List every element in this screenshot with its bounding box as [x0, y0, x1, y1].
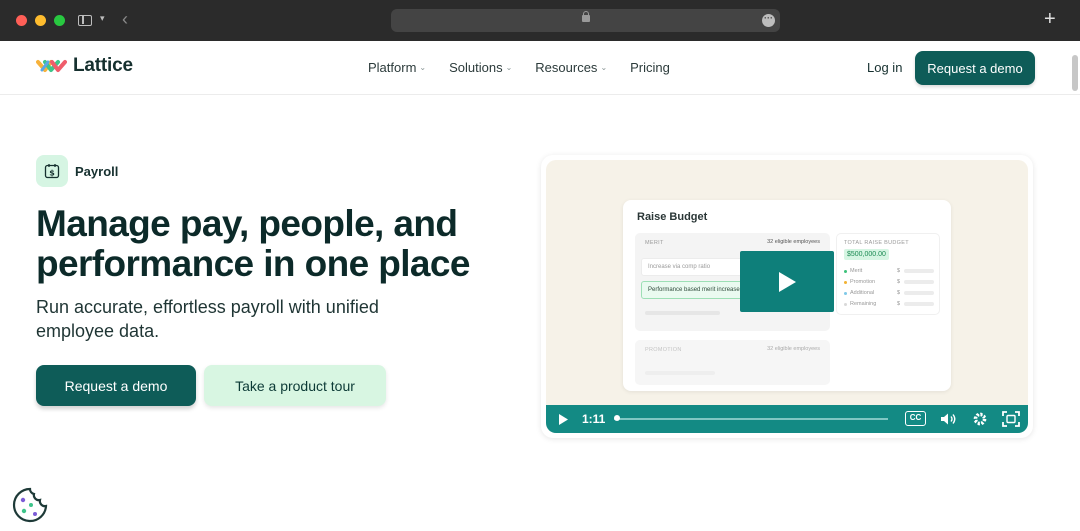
legend-label: Merit — [850, 268, 863, 274]
video-progress-knob[interactable] — [613, 415, 620, 421]
legend-promotion: Promotion $ — [844, 279, 934, 285]
play-icon[interactable] — [558, 413, 569, 426]
legend-value: $ — [897, 279, 901, 285]
legend-value: $ — [897, 268, 901, 274]
legend-additional: Additional $ — [844, 290, 934, 296]
video-frame[interactable]: Raise Budget MERIT 32 eligible employees… — [546, 160, 1028, 433]
nav-solutions[interactable]: Solutions ⌄ — [449, 60, 512, 75]
legend-dot — [844, 291, 847, 295]
main-nav: Platform ⌄ Solutions ⌄ Resources ⌄ Pricing — [368, 60, 670, 75]
nav-platform[interactable]: Platform ⌄ — [368, 60, 426, 75]
back-arrow-icon[interactable]: ‹ — [122, 9, 128, 30]
chevron-down-icon: ⌄ — [419, 63, 427, 72]
nav-pricing-label: Pricing — [630, 60, 670, 75]
login-link[interactable]: Log in — [867, 60, 902, 75]
address-bar[interactable]: ··· — [391, 9, 780, 32]
total-budget-value: $500,000.00 — [844, 249, 889, 260]
total-budget-panel: TOTAL RAISE BUDGET $500,000.00 Merit $ Pr… — [836, 233, 940, 315]
promotion-label: PROMOTION — [645, 347, 682, 353]
logo[interactable]: Lattice — [36, 55, 133, 77]
mockup-title: Raise Budget — [637, 211, 708, 223]
fullscreen-icon[interactable] — [1002, 411, 1020, 427]
placeholder-bar — [645, 311, 720, 315]
logo-text: Lattice — [73, 55, 133, 76]
video-player: Raise Budget MERIT 32 eligible employees… — [541, 155, 1033, 438]
legend-label: Additional — [850, 290, 875, 296]
legend-dot — [844, 302, 847, 306]
new-tab-icon[interactable]: + — [1044, 8, 1056, 31]
hero-subtitle: Run accurate, effortless payroll with un… — [36, 297, 379, 341]
request-demo-button[interactable]: Request a demo — [36, 365, 196, 406]
promotion-panel: PROMOTION 32 eligible employees — [635, 340, 830, 385]
product-badge: $ Payroll — [36, 155, 118, 187]
request-demo-nav-button[interactable]: Request a demo — [915, 51, 1035, 85]
legend-dot — [844, 280, 847, 284]
chevron-down-icon: ⌄ — [600, 63, 608, 72]
chevron-down-icon: ⌄ — [505, 63, 513, 72]
lattice-logo-icon — [36, 60, 67, 72]
window-controls — [16, 15, 65, 26]
video-controls: 1:11 CC — [546, 405, 1028, 433]
nav-resources[interactable]: Resources ⌄ — [535, 60, 607, 75]
legend-bar — [904, 302, 934, 306]
legend-merit: Merit $ — [844, 268, 934, 274]
legend-remaining: Remaining $ — [844, 301, 934, 307]
nav-pricing[interactable]: Pricing — [630, 60, 670, 75]
cookie-settings-icon[interactable] — [12, 487, 48, 523]
svg-text:$: $ — [49, 168, 55, 177]
legend-value: $ — [897, 290, 901, 296]
nav-platform-label: Platform — [368, 60, 417, 75]
volume-icon[interactable] — [940, 412, 957, 426]
merit-count: 32 eligible employees — [767, 239, 820, 245]
nav-solutions-label: Solutions — [449, 60, 503, 75]
sidebar-toggle-icon[interactable] — [78, 15, 92, 26]
video-progress-track[interactable] — [614, 418, 888, 420]
total-budget-label: TOTAL RAISE BUDGET — [844, 240, 909, 246]
promotion-count: 32 eligible employees — [767, 346, 820, 352]
legend-bar — [904, 269, 934, 273]
close-window-button[interactable] — [16, 15, 27, 26]
browser-chrome: ▾ ‹ ··· + — [0, 0, 1080, 41]
play-icon — [779, 271, 796, 292]
badge-label: Payroll — [75, 163, 119, 179]
video-time: 1:11 — [582, 412, 606, 426]
legend-bar — [904, 291, 934, 295]
legend-bar — [904, 280, 934, 284]
lock-icon — [582, 11, 590, 22]
placeholder-bar — [645, 371, 715, 375]
legend-value: $ — [897, 301, 901, 307]
page-scrollbar[interactable] — [1072, 55, 1078, 91]
page-title: Manage pay, people, and performance in o… — [36, 203, 470, 284]
zoom-window-button[interactable] — [54, 15, 65, 26]
legend-label: Remaining — [850, 301, 877, 307]
merit-label: MERIT — [645, 240, 664, 246]
dollar-calendar-icon: $ — [36, 155, 68, 187]
minimize-window-button[interactable] — [35, 15, 46, 26]
product-tour-button[interactable]: Take a product tour — [204, 365, 386, 406]
legend-dot — [844, 269, 847, 273]
chevron-down-icon[interactable]: ▾ — [100, 13, 105, 24]
captions-button[interactable]: CC — [905, 411, 926, 426]
site-header: Lattice Platform ⌄ Solutions ⌄ Resources ⌄ … — [0, 41, 1080, 95]
legend-label: Promotion — [850, 279, 876, 285]
settings-gear-icon[interactable] — [972, 411, 988, 427]
nav-resources-label: Resources — [535, 60, 598, 75]
big-play-button[interactable] — [740, 251, 834, 312]
more-options-icon[interactable]: ··· — [762, 14, 775, 27]
